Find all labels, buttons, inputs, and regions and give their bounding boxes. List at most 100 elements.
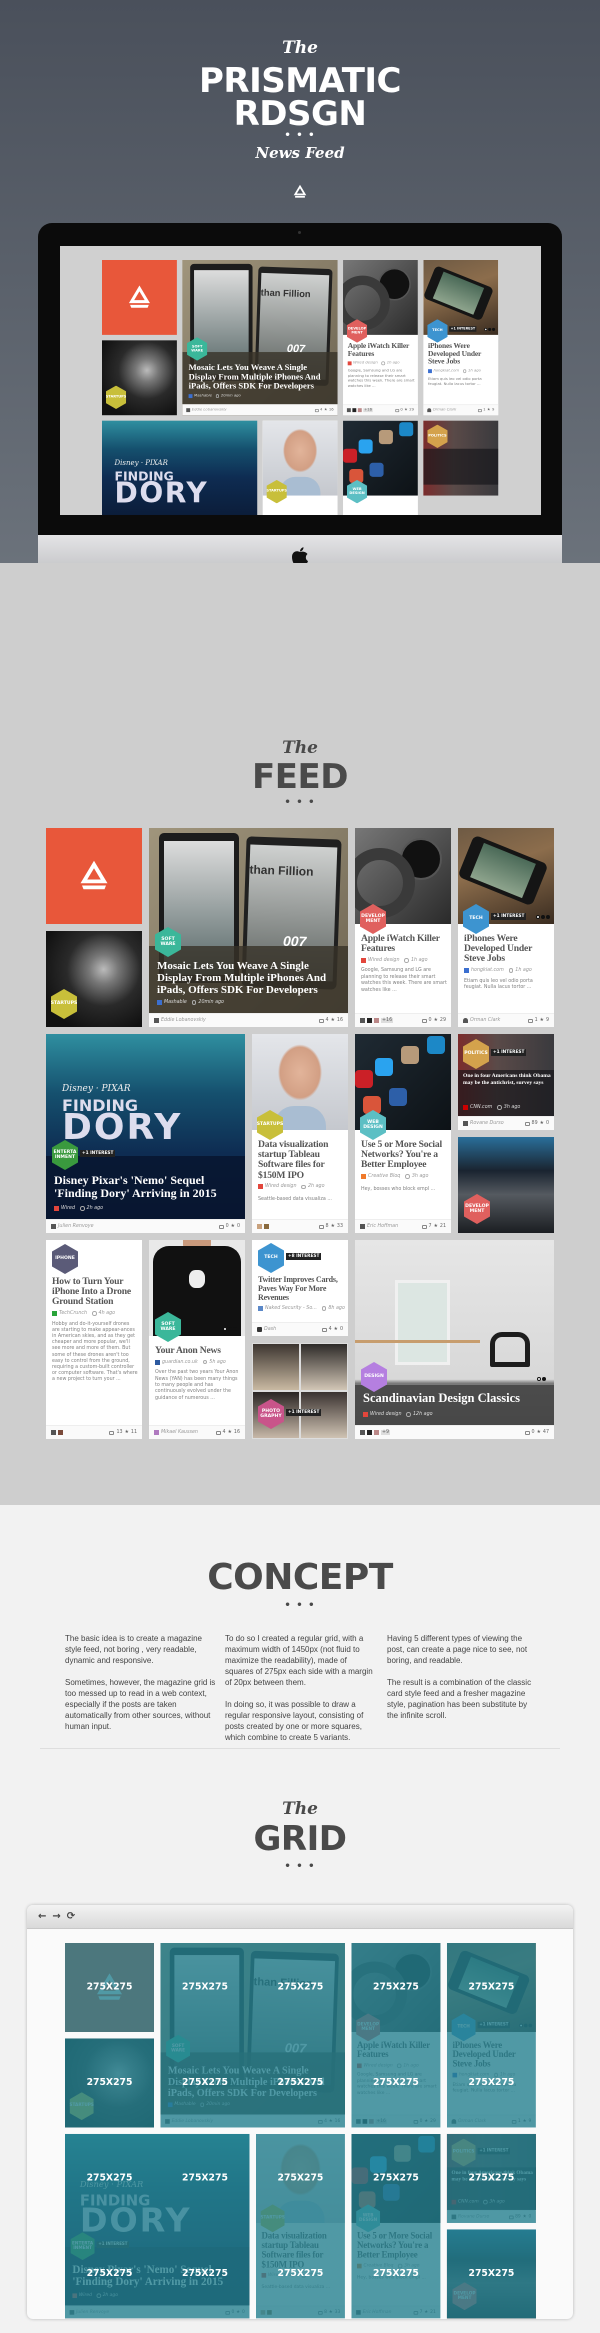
comment-count[interactable]: 8 (326, 1224, 329, 1229)
comment-count[interactable]: 0 (226, 1224, 229, 1229)
post-author[interactable]: Eddie Lobanovskiy (161, 1018, 206, 1023)
carousel-dots[interactable] (223, 1327, 237, 1331)
star-count[interactable]: 47 (543, 1430, 549, 1435)
avatar[interactable] (154, 1018, 159, 1023)
post-source[interactable]: TechCrunch (59, 1311, 87, 1316)
star-count[interactable]: 0 (237, 1224, 240, 1229)
feed-card-iphones[interactable]: TECH +1 INTEREST iPhones Were Developed … (458, 828, 554, 1027)
avatar[interactable] (257, 1327, 262, 1332)
category-badge[interactable]: DEVELOP MENT (464, 1194, 490, 1224)
post-title[interactable]: How to Turn Your iPhone Into a Drone Gro… (52, 1276, 138, 1308)
post-author[interactable]: Orman Clark (470, 1018, 500, 1023)
interest-tag[interactable]: +1 INTEREST (286, 1409, 322, 1416)
star-count[interactable]: 11 (131, 1430, 137, 1435)
feed-card-photography[interactable]: PHOTO GRAPHY +1 INTEREST (252, 1343, 348, 1439)
comment-count[interactable]: 7 (429, 1224, 432, 1229)
star-count[interactable]: 21 (440, 1224, 446, 1229)
comment-count[interactable]: 1 (535, 1018, 538, 1023)
avatar[interactable] (374, 1430, 379, 1435)
interest-tag[interactable]: +1 INTEREST (491, 1049, 527, 1056)
interest-tag[interactable]: +8 INTEREST (286, 1253, 322, 1260)
post-source[interactable]: hongkiat.com (471, 968, 504, 973)
avatar[interactable] (264, 1224, 269, 1229)
post-source[interactable]: Naked Security - So... (265, 1306, 317, 1311)
feed-card-social-networks[interactable]: WEB DESIGN Use 5 or More Social Networks… (355, 1034, 451, 1233)
feed-card-mosaic[interactable]: than Fillion 007 SOFT WARE Mosaic Lets Y… (149, 828, 348, 1027)
avatar[interactable] (360, 1018, 365, 1023)
post-title[interactable]: iPhones Were Developed Under Steve Jobs (464, 933, 550, 965)
star-count[interactable]: 29 (440, 1018, 446, 1023)
star-count[interactable]: 9 (546, 1018, 549, 1023)
comment-count[interactable]: 4 (326, 1018, 329, 1023)
feed-card-cybermen[interactable]: DEVELOP MENT (458, 1137, 554, 1233)
more-avatars[interactable]: +16 (381, 1018, 394, 1023)
post-source[interactable]: Wired design (265, 1184, 296, 1189)
forward-arrow-icon[interactable]: → (52, 1911, 60, 1922)
avatar[interactable] (367, 1018, 372, 1023)
avatar[interactable] (463, 1018, 468, 1023)
avatar[interactable] (257, 1224, 262, 1229)
post-author[interactable]: Rovane Durso (470, 1121, 504, 1126)
more-avatars[interactable]: +9 (381, 1430, 391, 1435)
post-title[interactable]: One in four Americans think Obama may be… (463, 1073, 551, 1086)
brand-logo-tile[interactable] (46, 828, 142, 924)
post-source[interactable]: Wired design (370, 1412, 401, 1417)
post-author[interactable]: Mikael Kaussen (161, 1430, 198, 1435)
star-count[interactable]: 0 (340, 1327, 343, 1332)
post-author[interactable]: Julien Renvoye (58, 1224, 94, 1229)
avatar[interactable] (154, 1430, 159, 1435)
reload-icon[interactable]: ⟳ (67, 1911, 75, 1922)
post-source[interactable]: Mashable (164, 1000, 187, 1005)
feed-card-dataviz[interactable]: STARTUPS Data visualization startup Tabl… (252, 1034, 348, 1233)
avatar[interactable] (374, 1018, 379, 1023)
feed-card-anon-news[interactable]: SOFT WARE Your Anon News guardian.co.uk 5… (149, 1240, 245, 1439)
feed-card-iwatch[interactable]: DEVELOP MENT Apple iWatch Killer Feature… (355, 828, 451, 1027)
post-title[interactable]: Scandinavian Design Classics (363, 1392, 549, 1405)
comment-count[interactable]: 0 (532, 1430, 535, 1435)
photo-thumbnail[interactable] (301, 1344, 347, 1390)
comment-count[interactable]: 13 (116, 1430, 122, 1435)
avatar[interactable] (367, 1430, 372, 1435)
post-source[interactable]: CNN.com (470, 1105, 492, 1110)
post-title[interactable]: Data visualization startup Tableau Softw… (258, 1139, 344, 1181)
post-source[interactable]: Wired (61, 1206, 75, 1211)
comment-count[interactable]: 0 (429, 1018, 432, 1023)
carousel-dots[interactable] (537, 1377, 546, 1381)
star-count[interactable]: 16 (337, 1018, 343, 1023)
interest-tag[interactable]: +1 INTEREST (491, 913, 527, 920)
photo-thumbnail[interactable] (253, 1344, 299, 1390)
comment-count[interactable]: 4 (223, 1430, 226, 1435)
post-title[interactable]: Use 5 or More Social Networks? You're a … (361, 1139, 447, 1171)
star-count[interactable]: 33 (337, 1224, 343, 1229)
avatar[interactable] (360, 1224, 365, 1229)
post-author[interactable]: Dash (264, 1327, 276, 1332)
category-badge[interactable]: IPHONE (52, 1244, 78, 1274)
back-arrow-icon[interactable]: ← (38, 1911, 46, 1922)
feed-card-twitter[interactable]: TECH +8 INTEREST Twitter Improves Cards,… (252, 1240, 348, 1336)
comment-count[interactable]: 89 (532, 1121, 538, 1126)
post-title[interactable]: Mosaic Lets You Weave A Single Display F… (157, 960, 343, 996)
interest-tag[interactable]: +1 INTEREST (80, 1150, 116, 1157)
star-count[interactable]: 0 (546, 1121, 549, 1126)
feed-card-drone[interactable]: IPHONE How to Turn Your iPhone Into a Dr… (46, 1240, 142, 1439)
post-title[interactable]: Twitter Improves Cards, Paves Way For Mo… (258, 1275, 344, 1302)
carousel-dots[interactable] (536, 915, 550, 919)
feed-card-scandinavian[interactable]: DESIGN Scandinavian Design Classics Wire… (355, 1240, 554, 1439)
post-source[interactable]: Creative Bloq (368, 1174, 400, 1179)
avatar[interactable] (51, 1224, 56, 1229)
avatar[interactable] (51, 1430, 56, 1435)
post-title[interactable]: Your Anon News (155, 1345, 241, 1356)
avatar[interactable] (58, 1430, 63, 1435)
post-source[interactable]: Wired design (368, 958, 399, 963)
post-author[interactable]: Eric Hoffman (367, 1224, 398, 1229)
feed-card-politics[interactable]: POLITICS +1 INTEREST One in four America… (458, 1034, 554, 1130)
category-badge[interactable]: TECH (258, 1243, 284, 1273)
feed-card-startups-photo[interactable]: STARTUPS (46, 931, 142, 1027)
category-badge[interactable]: POLITICS (463, 1039, 489, 1069)
category-badge[interactable]: STARTUPS (51, 989, 77, 1019)
star-count[interactable]: 16 (234, 1430, 240, 1435)
avatar[interactable] (360, 1430, 365, 1435)
avatar[interactable] (463, 1121, 468, 1126)
comment-count[interactable]: 4 (329, 1327, 332, 1332)
feed-card-finding-dory[interactable]: Disney · PIXAR FINDING DORY ENTERTA INME… (46, 1034, 245, 1233)
